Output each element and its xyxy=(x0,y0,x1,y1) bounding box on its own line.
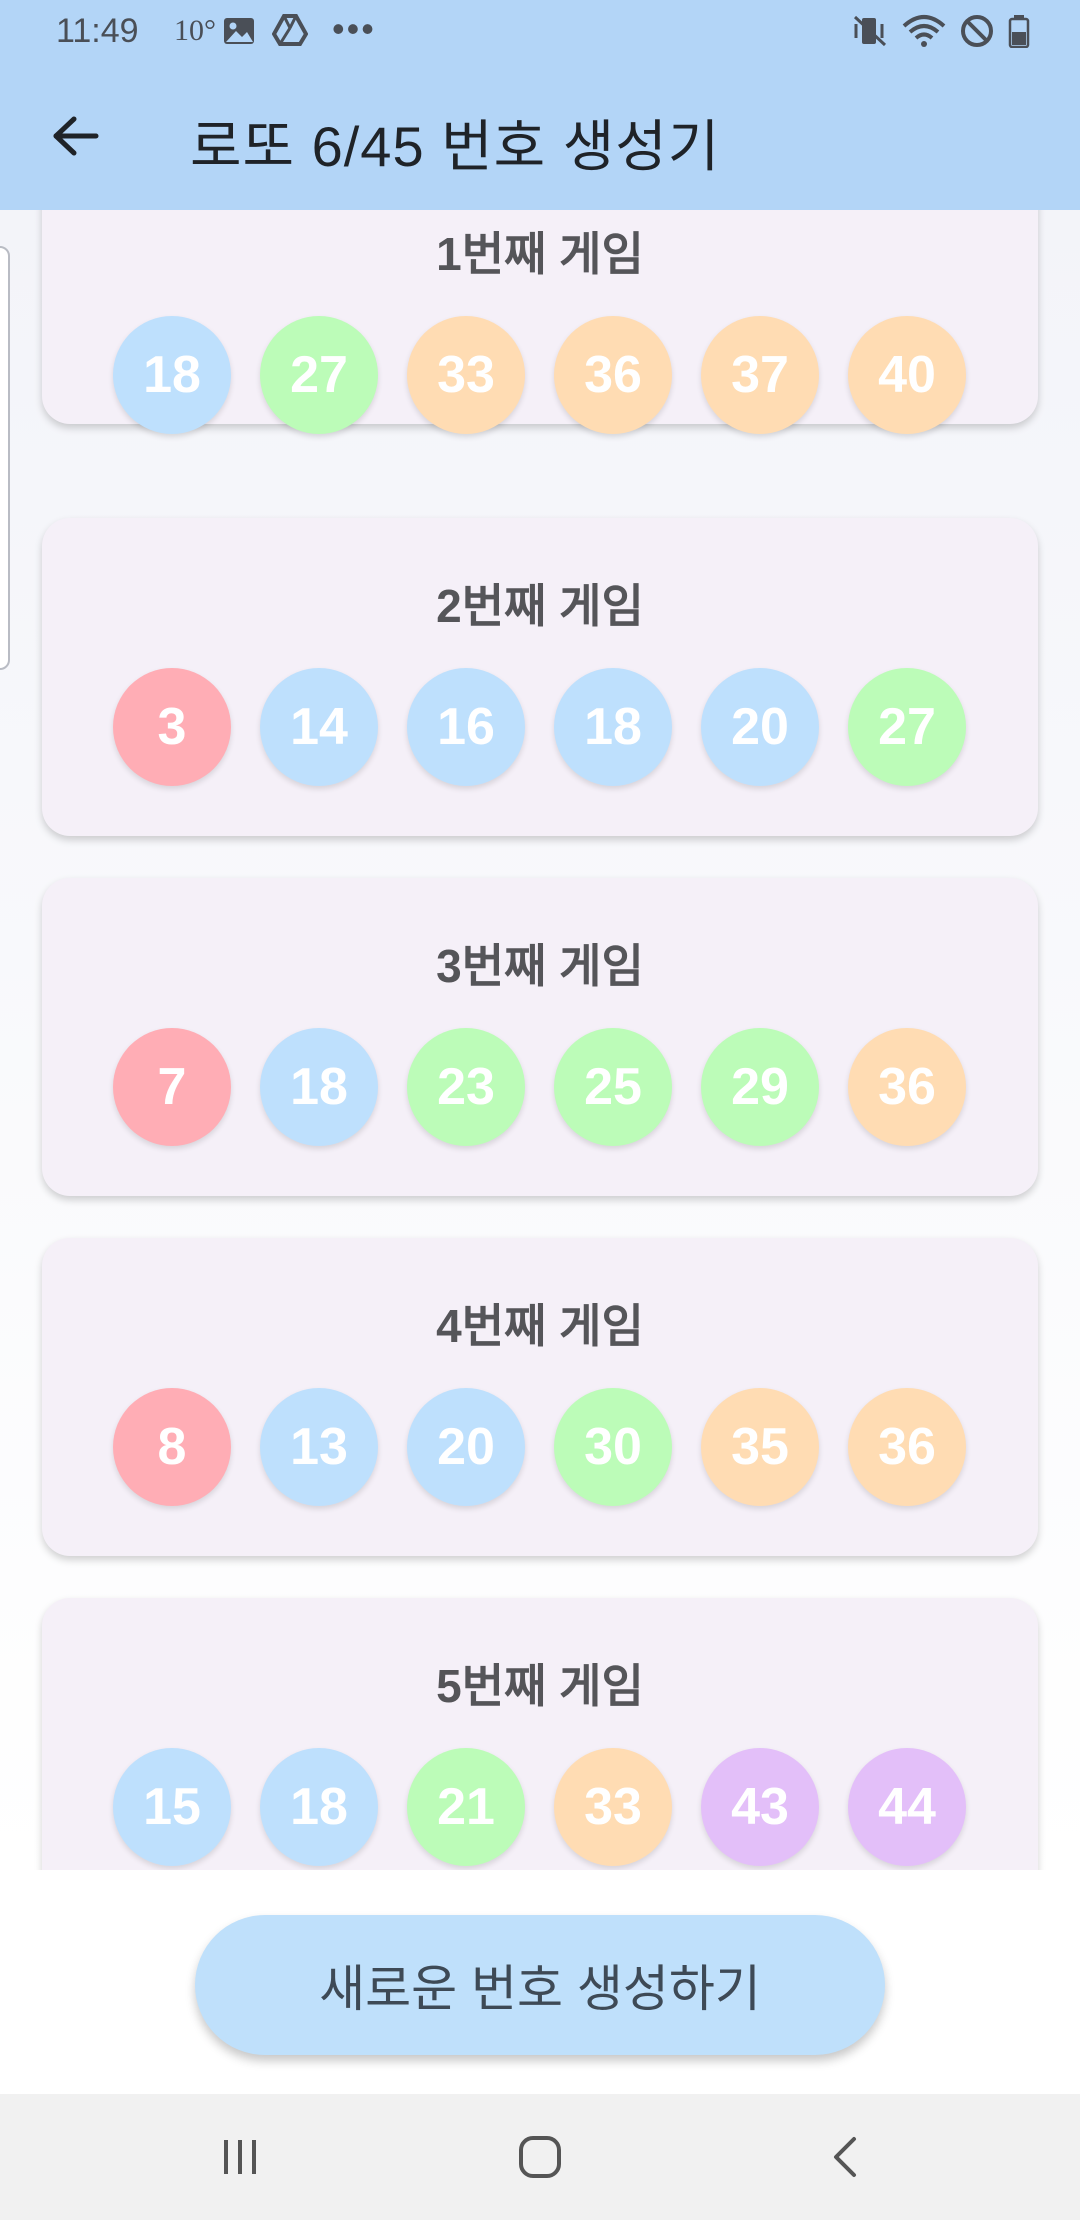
lotto-ball: 20 xyxy=(701,668,819,786)
game-card: 2번째 게임 3 14 16 18 20 27 xyxy=(42,518,1038,836)
home-icon xyxy=(518,2135,562,2184)
status-time: 11:49 xyxy=(56,12,139,50)
side-panel-handle[interactable] xyxy=(0,246,10,670)
lotto-ball: 18 xyxy=(554,668,672,786)
lotto-ball: 40 xyxy=(848,316,966,434)
game-card: 5번째 게임 15 18 21 33 43 44 xyxy=(42,1598,1038,1870)
lotto-ball: 7 xyxy=(113,1028,231,1146)
lotto-ball: 20 xyxy=(407,1388,525,1506)
app-bar: 로또 6/45 번호 생성기 xyxy=(0,66,1080,210)
vibrate-mute-icon xyxy=(852,14,888,57)
arrow-left-icon xyxy=(52,116,100,161)
lotto-ball: 43 xyxy=(701,1748,819,1866)
lotto-ball: 27 xyxy=(260,316,378,434)
generate-numbers-button[interactable]: 새로운 번호 생성하기 xyxy=(195,1915,885,2055)
back-button[interactable] xyxy=(40,102,112,174)
status-bar: 11:49 10° ••• xyxy=(0,0,1080,66)
header: 11:49 10° ••• 로또 6/45 번호 생성기 xyxy=(0,0,1080,210)
gallery-icon xyxy=(222,16,256,55)
lotto-ball: 18 xyxy=(260,1028,378,1146)
navigation-bar xyxy=(0,2094,1080,2220)
lotto-ball: 21 xyxy=(407,1748,525,1866)
game-title: 3번째 게임 xyxy=(436,940,644,992)
action-area: 새로운 번호 생성하기 xyxy=(0,1870,1080,2094)
ball-row: 3 14 16 18 20 27 xyxy=(113,668,966,786)
game-title: 2번째 게임 xyxy=(436,580,644,632)
ball-row: 15 18 21 33 43 44 xyxy=(113,1748,966,1866)
lotto-ball: 25 xyxy=(554,1028,672,1146)
lotto-ball: 29 xyxy=(701,1028,819,1146)
more-icon: ••• xyxy=(332,8,376,49)
lotto-ball: 44 xyxy=(848,1748,966,1866)
lotto-ball: 37 xyxy=(701,316,819,434)
ball-row: 18 27 33 36 37 40 xyxy=(113,316,966,434)
lotto-ball: 33 xyxy=(554,1748,672,1866)
ball-row: 7 18 23 25 29 36 xyxy=(113,1028,966,1146)
system-back-button[interactable] xyxy=(804,2124,884,2194)
game-list[interactable]: 1번째 게임 18 27 33 36 37 40 2번째 게임 3 14 16 … xyxy=(0,210,1080,1870)
recent-apps-button[interactable] xyxy=(200,2124,280,2194)
game-title: 1번째 게임 xyxy=(436,228,644,280)
lotto-ball: 18 xyxy=(260,1748,378,1866)
do-not-disturb-icon xyxy=(960,14,994,57)
recent-apps-icon xyxy=(220,2138,260,2181)
lotto-ball: 35 xyxy=(701,1388,819,1506)
game-title: 4번째 게임 xyxy=(436,1300,644,1352)
lotto-ball: 36 xyxy=(848,1028,966,1146)
lotto-ball: 30 xyxy=(554,1388,672,1506)
battery-icon xyxy=(1008,14,1030,57)
wifi-icon xyxy=(902,14,946,57)
lotto-ball: 36 xyxy=(554,316,672,434)
status-temperature: 10° xyxy=(174,14,216,47)
lotto-ball: 36 xyxy=(848,1388,966,1506)
page-title: 로또 6/45 번호 생성기 xyxy=(190,115,721,178)
game-card: 1번째 게임 18 27 33 36 37 40 xyxy=(42,210,1038,434)
game-card: 4번째 게임 8 13 20 30 35 36 xyxy=(42,1238,1038,1556)
lotto-ball: 3 xyxy=(113,668,231,786)
game-title: 5번째 게임 xyxy=(436,1660,644,1712)
back-icon xyxy=(830,2135,858,2184)
ball-row: 8 13 20 30 35 36 xyxy=(113,1388,966,1506)
lotto-ball: 13 xyxy=(260,1388,378,1506)
game-card: 3번째 게임 7 18 23 25 29 36 xyxy=(42,878,1038,1196)
lotto-ball: 14 xyxy=(260,668,378,786)
lotto-ball: 23 xyxy=(407,1028,525,1146)
lotto-ball: 18 xyxy=(113,316,231,434)
status-icons xyxy=(852,14,1030,57)
lotto-ball: 27 xyxy=(848,668,966,786)
lotto-ball: 33 xyxy=(407,316,525,434)
lotto-ball: 15 xyxy=(113,1748,231,1866)
drive-icon xyxy=(271,14,309,55)
home-button[interactable] xyxy=(500,2124,580,2194)
lotto-ball: 8 xyxy=(113,1388,231,1506)
lotto-ball: 16 xyxy=(407,668,525,786)
